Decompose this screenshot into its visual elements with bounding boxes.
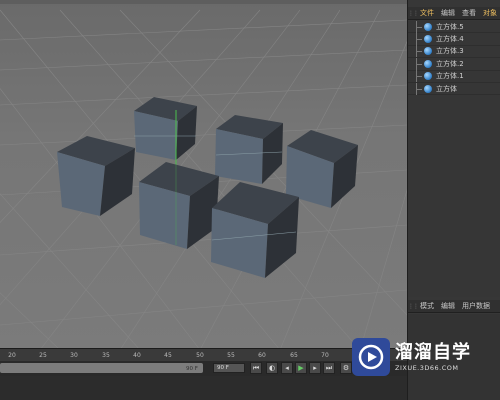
object-label: 立方体.3	[436, 47, 464, 56]
panel-grip-icon[interactable]: ⋮⋮	[408, 7, 419, 20]
watermark-name: 溜溜自学	[395, 342, 471, 363]
menu-edit[interactable]: 编辑	[439, 8, 460, 18]
viewport-header-strip	[0, 0, 407, 4]
object-label: 立方体.1	[436, 72, 464, 81]
tick-label: 35	[102, 352, 110, 359]
tick-label: 20	[8, 352, 16, 359]
cube-object-icon	[424, 47, 432, 56]
frame-field[interactable]: 90 F	[213, 363, 245, 373]
tick-label: 60	[258, 352, 266, 359]
tick-label: 40	[133, 352, 141, 359]
object-list: 立方体.5 立方体.4 立方体.3 立方体.2 立方体.1 立方体	[408, 20, 500, 297]
watermark: 溜溜自学 ZIXUE.3D66.COM	[352, 334, 472, 380]
object-row[interactable]: 立方体.3	[408, 45, 500, 59]
object-row[interactable]: 立方体.5	[408, 20, 500, 34]
tick-label: 30	[70, 352, 78, 359]
menu-attr-edit[interactable]: 编辑	[439, 301, 460, 311]
object-label: 立方体.4	[436, 35, 464, 44]
prev-key-icon[interactable]: ◂	[281, 362, 293, 374]
range-slider[interactable]: 90 F	[0, 363, 203, 373]
tree-connector	[416, 45, 424, 58]
tree-connector	[416, 82, 424, 95]
menu-file[interactable]: 文件	[418, 8, 439, 18]
tree-connector	[416, 70, 424, 83]
cube-object-icon	[424, 59, 432, 68]
object-row[interactable]: 立方体	[408, 82, 500, 96]
tick-label: 50	[196, 352, 204, 359]
attribute-manager-menubar: ⋮⋮ 模式 编辑 用户数据	[408, 300, 500, 313]
tick-label: 55	[227, 352, 235, 359]
tick-label: 45	[164, 352, 172, 359]
panel-grip-icon[interactable]: ⋮⋮	[408, 300, 419, 313]
goto-end-icon[interactable]: ⏭	[323, 362, 335, 374]
tick-label: 65	[290, 352, 298, 359]
goto-start-icon[interactable]: ⏮	[250, 362, 262, 374]
menu-object[interactable]: 对象	[481, 8, 500, 18]
object-row[interactable]: 立方体.1	[408, 70, 500, 83]
object-label: 立方体	[436, 84, 457, 93]
menu-mode[interactable]: 模式	[418, 301, 439, 311]
object-row[interactable]: 立方体.4	[408, 33, 500, 46]
tick-label: 25	[39, 352, 47, 359]
tree-connector	[416, 20, 424, 33]
watermark-logo-icon	[352, 338, 390, 376]
watermark-url: ZIXUE.3D66.COM	[395, 364, 459, 372]
menu-user-data[interactable]: 用户数据	[460, 301, 495, 311]
cube-object-icon	[424, 84, 432, 93]
tree-connector	[416, 33, 424, 46]
tree-connector	[416, 57, 424, 70]
viewport[interactable]	[0, 0, 407, 348]
object-manager-menubar: ⋮⋮ 文件 编辑 查看 对象	[408, 7, 500, 20]
record-icon[interactable]: ◐	[266, 362, 278, 374]
status-strip	[0, 376, 407, 400]
next-key-icon[interactable]: ▸	[309, 362, 321, 374]
cube-object-icon	[424, 22, 432, 31]
watermark-text: 溜溜自学 ZIXUE.3D66.COM	[395, 342, 471, 372]
tick-label: 70	[321, 352, 329, 359]
range-end-label: 90 F	[186, 366, 198, 372]
play-icon[interactable]: ▶	[295, 362, 307, 374]
menu-view[interactable]: 查看	[460, 8, 481, 18]
object-label: 立方体.2	[436, 59, 464, 68]
playback-controls: 90 F 90 F ⏮ ◐ ◂ ▶ ▸ ⏭ ⚙	[0, 361, 407, 376]
settings-icon[interactable]: ⚙	[340, 362, 352, 374]
viewport-canvas[interactable]	[0, 0, 407, 348]
cube-object-icon	[424, 72, 432, 81]
object-label: 立方体.5	[436, 22, 464, 31]
object-row[interactable]: 立方体.2	[408, 57, 500, 71]
cube-object-icon	[424, 35, 432, 44]
